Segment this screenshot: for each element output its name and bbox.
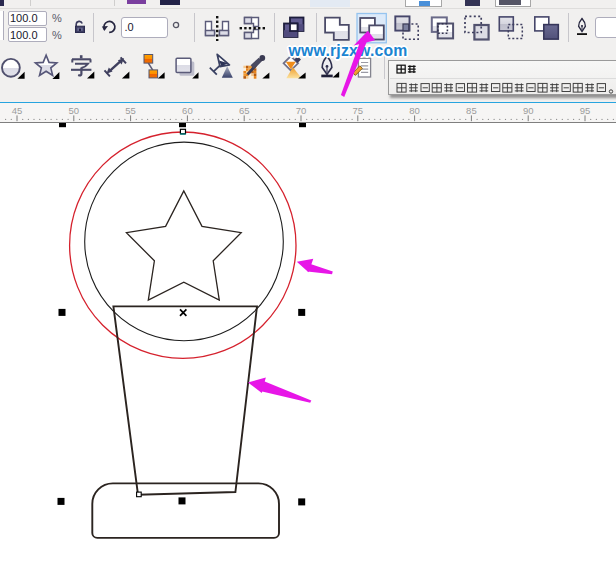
svg-text:50: 50	[69, 106, 80, 117]
svg-text:95: 95	[580, 106, 591, 117]
svg-text:55: 55	[125, 106, 136, 117]
svg-text:80: 80	[409, 106, 420, 117]
svg-text:75: 75	[353, 106, 364, 117]
svg-text:65: 65	[239, 106, 250, 117]
svg-text:90: 90	[523, 106, 534, 117]
svg-text:60: 60	[182, 106, 193, 117]
svg-text:70: 70	[296, 106, 307, 117]
svg-text:45: 45	[12, 106, 23, 117]
svg-text:85: 85	[466, 106, 477, 117]
